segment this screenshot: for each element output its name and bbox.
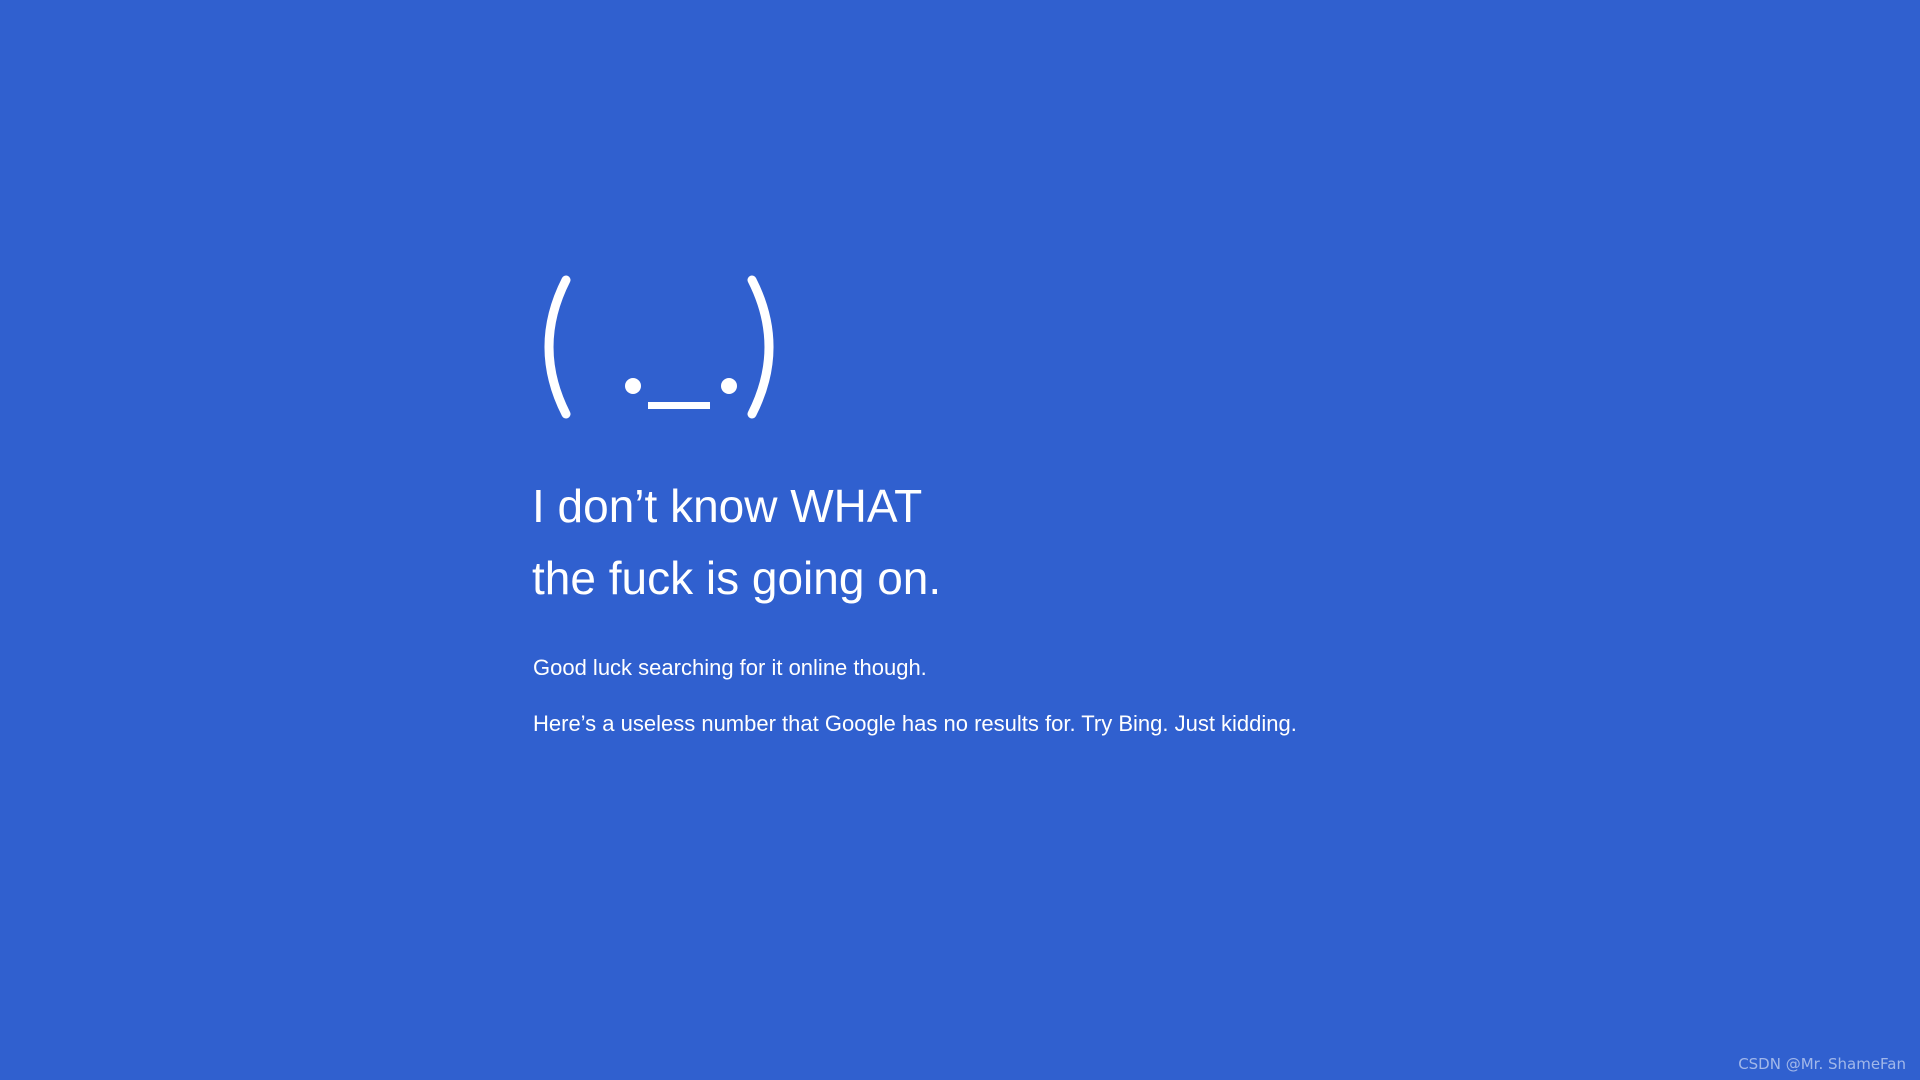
left-parenthesis-icon	[544, 275, 571, 419]
right-eye-icon	[721, 378, 737, 394]
headline-line-1: I don’t know WHAT	[532, 480, 923, 532]
info-line-2: Here’s a useless number that Google has …	[533, 711, 1297, 736]
info-line-1: Good luck searching for it online though…	[533, 655, 927, 680]
sad-face-emoticon-svg	[544, 275, 774, 419]
right-parenthesis-icon	[747, 275, 774, 419]
mouth-icon	[648, 402, 710, 409]
error-headline: I don’t know WHAT the fuck is going on.	[532, 470, 1432, 614]
sad-face-emoticon-icon	[530, 272, 790, 422]
left-eye-icon	[625, 378, 641, 394]
error-screen: I don’t know WHAT the fuck is going on. …	[0, 0, 1920, 1080]
watermark: CSDN @Mr. ShameFan	[1738, 1055, 1906, 1073]
headline-line-2: the fuck is going on.	[532, 552, 942, 604]
